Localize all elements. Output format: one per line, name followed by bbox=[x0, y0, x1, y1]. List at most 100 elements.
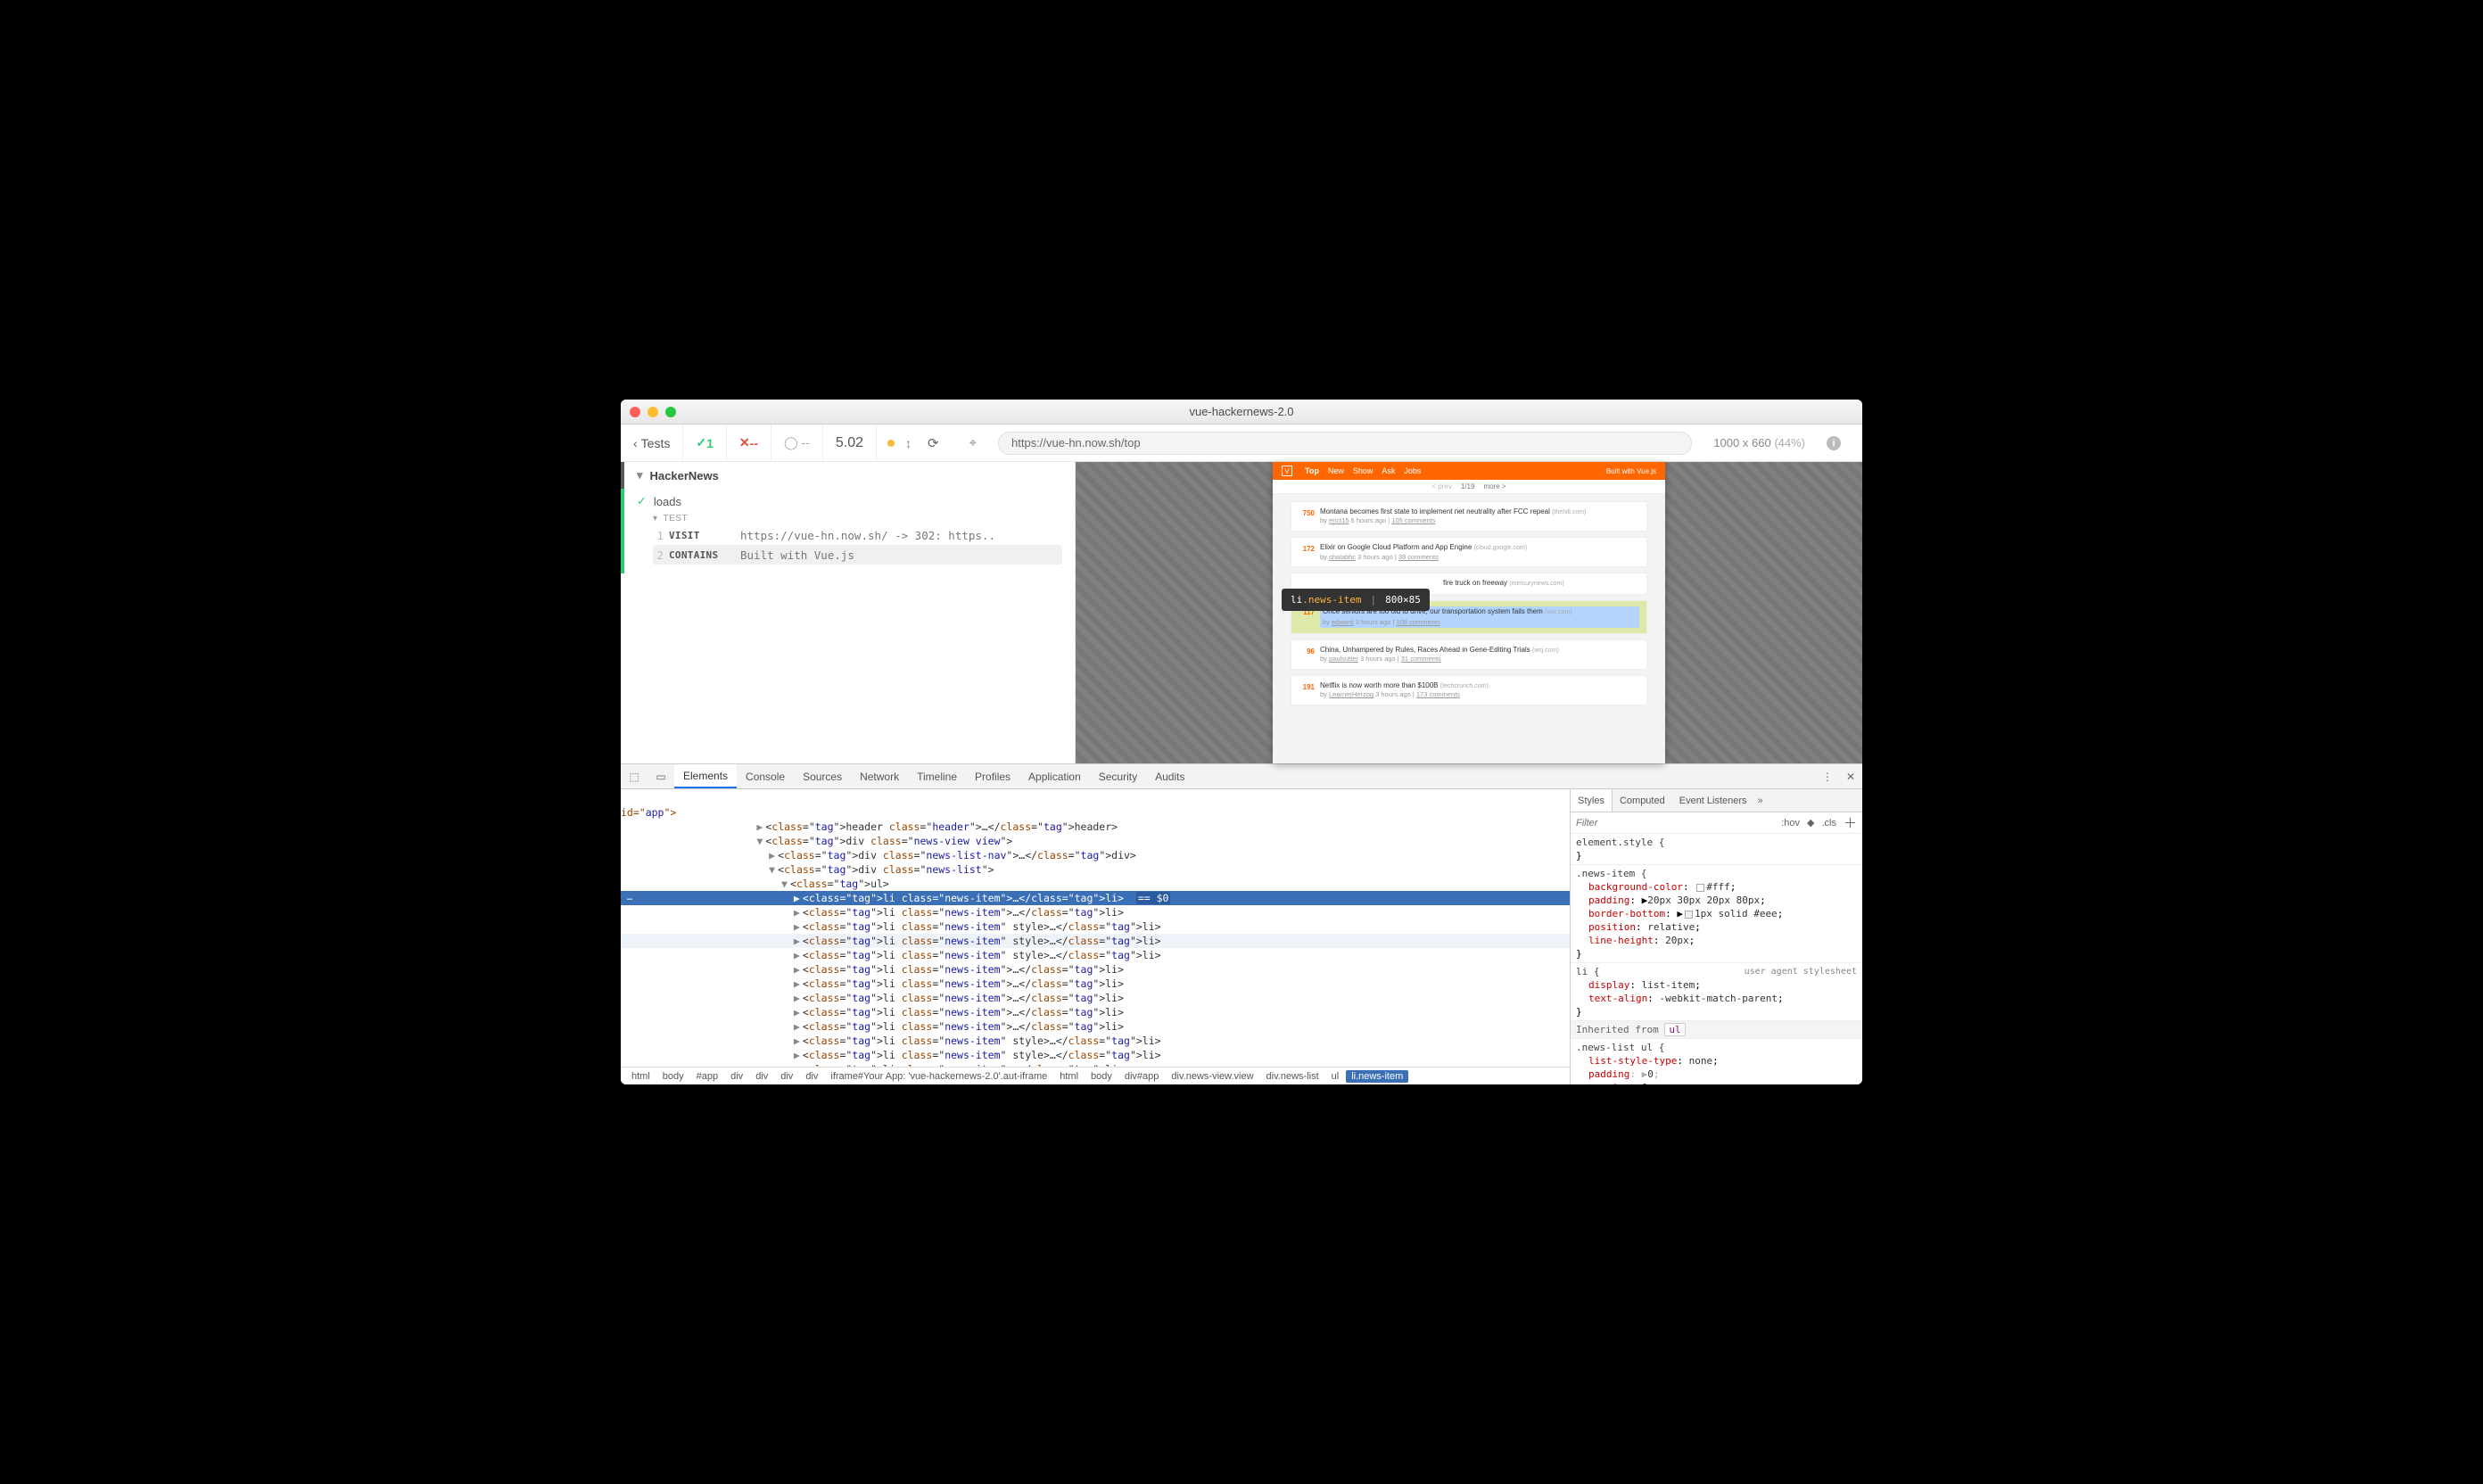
devtools-tab[interactable]: Profiles bbox=[966, 764, 1019, 788]
dom-node[interactable]: ▶<class="tag">li class="news-item">…</cl… bbox=[621, 1005, 1570, 1019]
command-log: ▾ HackerNews ✓ loads ▾ TEST 1VISIThttps:… bbox=[621, 462, 1076, 763]
cypress-toolbar: ‹ Tests ✓ 1 ✕ -- ◯ -- 5.02 ↕ ⟳ ⌖ https:/… bbox=[621, 425, 1862, 462]
nav-item[interactable]: New bbox=[1328, 466, 1344, 475]
url-bar[interactable]: https://vue-hn.now.sh/top bbox=[998, 432, 1692, 455]
back-to-tests[interactable]: ‹ Tests bbox=[621, 425, 683, 461]
more-tabs-icon[interactable]: » bbox=[1758, 796, 1763, 806]
dom-node[interactable]: ▶<class="tag">li class="news-item" style… bbox=[621, 1034, 1570, 1048]
pending-count: ◯ -- bbox=[771, 425, 823, 461]
breadcrumb-item[interactable]: li.news-item bbox=[1346, 1070, 1408, 1083]
nav-item[interactable]: Show bbox=[1353, 466, 1373, 475]
dom-node[interactable]: ▶<class="tag">div class="news-list-nav">… bbox=[621, 848, 1570, 862]
nav-item[interactable]: Top bbox=[1305, 466, 1319, 475]
window-title: vue-hackernews-2.0 bbox=[621, 405, 1862, 418]
dom-node[interactable]: ▶<class="tag">header class="header">…</c… bbox=[621, 820, 1570, 834]
breadcrumb-item[interactable]: html bbox=[1054, 1070, 1084, 1083]
styles-subtab[interactable]: Styles bbox=[1570, 789, 1613, 812]
dom-node[interactable]: ▼<class="tag">ul> bbox=[621, 877, 1570, 891]
suite-header[interactable]: ▾ HackerNews bbox=[621, 462, 1075, 489]
info-icon[interactable]: i bbox=[1827, 436, 1841, 450]
nav-item[interactable]: Jobs bbox=[1404, 466, 1421, 475]
styles-filter-input[interactable] bbox=[1576, 818, 1774, 829]
dom-node[interactable]: ▶<class="tag">li class="news-item" style… bbox=[621, 934, 1570, 948]
app-window: vue-hackernews-2.0 ‹ Tests ✓ 1 ✕ -- ◯ --… bbox=[621, 400, 1862, 1084]
inspect-element-icon[interactable]: ⬚ bbox=[621, 764, 648, 788]
css-rule[interactable]: element.style {} bbox=[1571, 834, 1862, 865]
list-item[interactable]: 96 China, Unhampered by Rules, Races Ahe… bbox=[1291, 639, 1647, 670]
app-header: V TopNewShowAskJobs Built with Vue.js bbox=[1273, 462, 1665, 480]
hov-toggle[interactable]: :hov bbox=[1781, 818, 1800, 829]
list-item[interactable]: 172 Elixir on Google Cloud Platform and … bbox=[1291, 537, 1647, 567]
test-title[interactable]: ✓ loads bbox=[637, 494, 1062, 508]
breadcrumb-item[interactable]: div bbox=[775, 1070, 798, 1083]
devtools-menu-icon[interactable]: ⋮ bbox=[1816, 764, 1839, 788]
css-rule[interactable]: ….news-list ul { list-style-type: none; … bbox=[1571, 1039, 1862, 1084]
reload-button[interactable]: ⟳ bbox=[928, 435, 939, 451]
check-icon: ✓ bbox=[696, 435, 706, 450]
chevron-left-icon: ‹ bbox=[633, 436, 638, 450]
pass-count: ✓ 1 bbox=[683, 425, 727, 461]
devtools-tab[interactable]: Application bbox=[1019, 764, 1090, 788]
list-item[interactable]: 750 Montana becomes first state to imple… bbox=[1291, 501, 1647, 532]
auto-scroll-toggle[interactable]: ↕ bbox=[905, 436, 912, 450]
breadcrumb-item[interactable]: div.news-view.view bbox=[1166, 1070, 1258, 1083]
devtools-tab[interactable]: Network bbox=[851, 764, 908, 788]
breadcrumb-item[interactable]: div bbox=[725, 1070, 748, 1083]
devtools-tab[interactable]: Security bbox=[1090, 764, 1146, 788]
command-row[interactable]: 1VISIThttps://vue-hn.now.sh/ -> 302: htt… bbox=[653, 525, 1062, 545]
dom-node[interactable]: ▶<class="tag">li class="news-item">…</cl… bbox=[621, 977, 1570, 991]
cls-toggle[interactable]: .cls bbox=[1821, 818, 1836, 829]
dom-node[interactable]: ▼<class="tag">div class="news-list"> bbox=[621, 862, 1570, 877]
dom-node[interactable]: ▶<class="tag">li class="news-item" style… bbox=[621, 1048, 1570, 1062]
devtools-tab[interactable]: Console bbox=[737, 764, 794, 788]
dom-node[interactable]: ▼<class="tag">div class="news-view view"… bbox=[621, 834, 1570, 848]
styles-subtab[interactable]: Computed bbox=[1613, 789, 1672, 812]
new-rule-button[interactable]: ＋ bbox=[1844, 813, 1857, 832]
dom-node[interactable]: ▶<class="tag">li class="news-item">…</cl… bbox=[621, 962, 1570, 977]
elements-tree[interactable]: id="app"> ▶<class="tag">header class="he… bbox=[621, 789, 1570, 1067]
device-toggle-icon[interactable]: ▭ bbox=[648, 764, 674, 788]
breadcrumb-item[interactable]: div#app bbox=[1119, 1070, 1165, 1083]
dom-node[interactable]: ▶<class="tag">li class="news-item" style… bbox=[621, 919, 1570, 934]
devtools-tab[interactable]: Sources bbox=[794, 764, 851, 788]
command-row[interactable]: 2CONTAINSBuilt with Vue.js bbox=[653, 545, 1062, 565]
pager: < prev 1/19 more > bbox=[1273, 480, 1665, 494]
breadcrumb-item[interactable]: html bbox=[626, 1070, 656, 1083]
css-rule[interactable]: user agent stylesheetli { display: list-… bbox=[1571, 963, 1862, 1021]
breadcrumb-item[interactable]: div bbox=[750, 1070, 773, 1083]
test-section-label: ▾ TEST bbox=[653, 514, 1062, 524]
fail-count: ✕ -- bbox=[727, 425, 771, 461]
breadcrumb-item[interactable]: div.news-list bbox=[1261, 1070, 1324, 1083]
dom-node[interactable]: id="app"> bbox=[621, 791, 1570, 820]
devtools-close-icon[interactable]: ✕ bbox=[1839, 764, 1862, 788]
dom-node[interactable]: ▶<class="tag">li class="news-item" style… bbox=[621, 948, 1570, 962]
dom-node[interactable]: ▶<class="tag">li class="news-item">…</cl… bbox=[621, 991, 1570, 1005]
elements-breadcrumb[interactable]: htmlbody#appdivdivdivdiviframe#Your App:… bbox=[621, 1067, 1570, 1084]
css-rule[interactable]: Inherited from ul bbox=[1571, 1021, 1862, 1039]
breadcrumb-item[interactable]: iframe#Your App: 'vue-hackernews-2.0'.au… bbox=[825, 1070, 1052, 1083]
styles-subtab[interactable]: Event Listeners bbox=[1672, 789, 1754, 812]
dom-node[interactable]: ▶<class="tag">li class="news-item">…</cl… bbox=[621, 905, 1570, 919]
breadcrumb-item[interactable]: div bbox=[800, 1070, 823, 1083]
color-format-icon[interactable]: ◆ bbox=[1807, 817, 1814, 829]
dom-node[interactable]: ▶<class="tag">li class="news-item">…</cl… bbox=[621, 1019, 1570, 1034]
list-item[interactable]: 191 Netflix is now worth more than $100B… bbox=[1291, 675, 1647, 705]
dom-node[interactable]: … ▶<class="tag">li class="news-item">…</… bbox=[621, 891, 1570, 905]
caret-down-icon: ▾ bbox=[653, 514, 658, 524]
devtools-tab[interactable]: Elements bbox=[674, 764, 737, 788]
breadcrumb-item[interactable]: ul bbox=[1326, 1070, 1345, 1083]
devtools: ⬚ ▭ ElementsConsoleSourcesNetworkTimelin… bbox=[621, 763, 1862, 1084]
breadcrumb-item[interactable]: body bbox=[657, 1070, 689, 1083]
breadcrumb-item[interactable]: body bbox=[1085, 1070, 1118, 1083]
devtools-tabs: ⬚ ▭ ElementsConsoleSourcesNetworkTimelin… bbox=[621, 764, 1862, 789]
element-tooltip: li.news-item | 800×85 bbox=[1282, 589, 1430, 611]
selector-playground-button[interactable]: ⌖ bbox=[969, 435, 977, 450]
css-rule[interactable]: ….news-item { background-color: #fff; pa… bbox=[1571, 865, 1862, 963]
circle-icon: ◯ -- bbox=[784, 435, 810, 450]
breadcrumb-item[interactable]: #app bbox=[691, 1070, 723, 1083]
viewport-dimensions: 1000 x 660 (44%) bbox=[1713, 436, 1805, 449]
devtools-tab[interactable]: Audits bbox=[1146, 764, 1193, 788]
vue-logo-icon: V bbox=[1282, 466, 1292, 476]
devtools-tab[interactable]: Timeline bbox=[908, 764, 966, 788]
nav-item[interactable]: Ask bbox=[1382, 466, 1395, 475]
